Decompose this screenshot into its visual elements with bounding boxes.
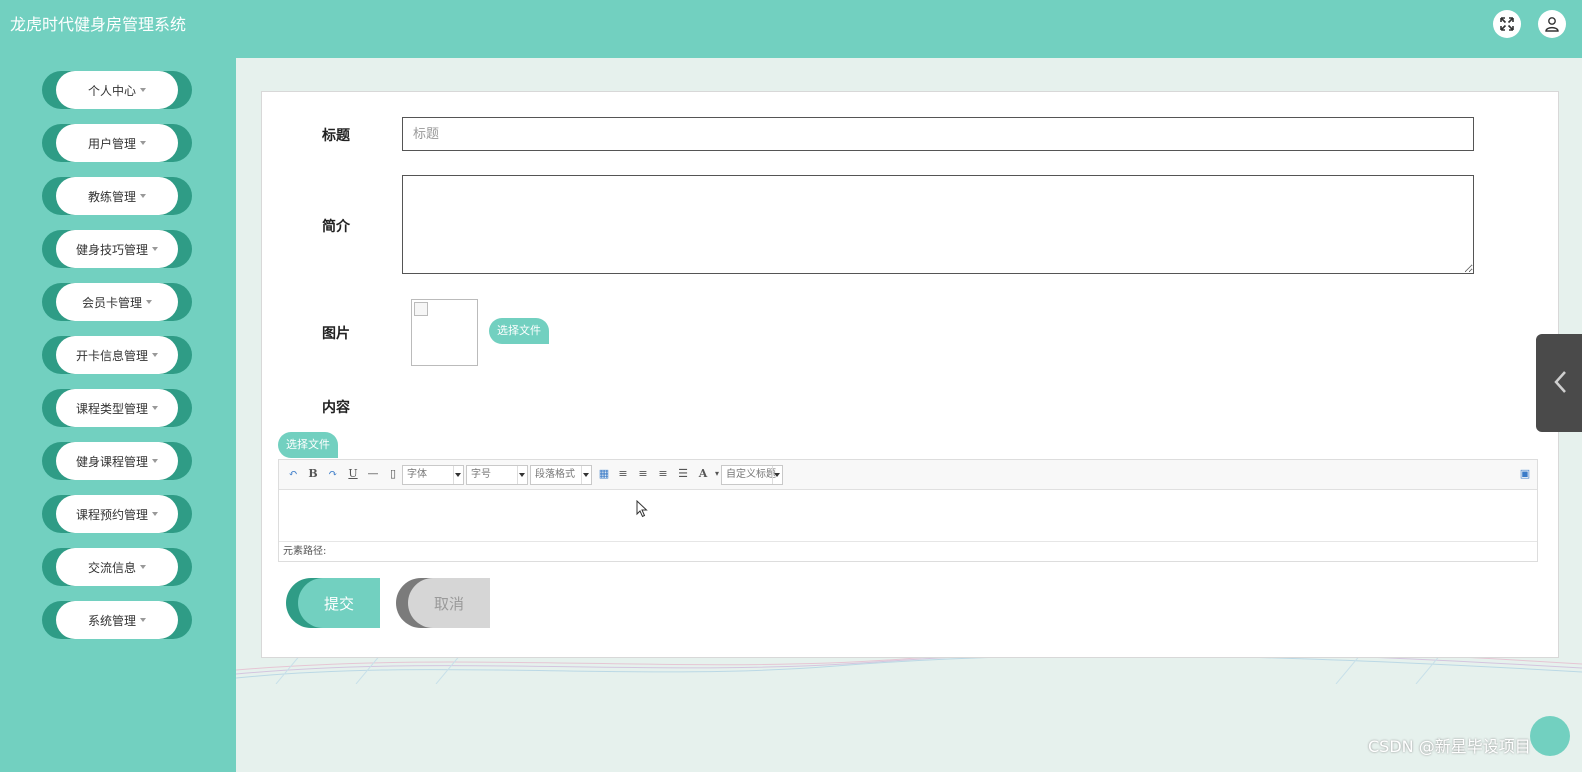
sidebar-item-fitness-tips[interactable]: 健身技巧管理 xyxy=(42,230,192,268)
caret-down-icon xyxy=(140,88,146,92)
sidebar-item-course-booking[interactable]: 课程预约管理 xyxy=(42,495,192,533)
editor-toolbar: ↶ B ↷ U — ▯ 字体 字号 段落格式 ▦ ≡ ≡ ≡ ☰ A ▾ 自定义… xyxy=(279,460,1537,490)
caret-down-icon xyxy=(152,406,158,410)
cancel-button[interactable]: 取消 xyxy=(396,578,490,628)
select-divider xyxy=(772,466,773,484)
custom-heading-select[interactable]: 自定义标题 xyxy=(721,465,783,485)
floating-action-button[interactable] xyxy=(1530,716,1570,756)
sidebar-item-membership-card[interactable]: 会员卡管理 xyxy=(42,283,192,321)
app-title: 龙虎时代健身房管理系统 xyxy=(10,15,187,34)
font-size-value: 字号 xyxy=(471,469,491,480)
caret-down-icon xyxy=(140,141,146,145)
side-panel-toggle[interactable] xyxy=(1536,334,1582,432)
sidebar-item-label: 系统管理 xyxy=(87,613,136,628)
caret-down-icon xyxy=(152,353,158,357)
image-preview xyxy=(411,299,478,366)
title-label: 标题 xyxy=(322,128,350,144)
table-icon[interactable]: ▦ xyxy=(596,466,612,482)
user-icon xyxy=(1545,17,1559,32)
custom-heading-value: 自定义标题 xyxy=(726,469,776,480)
watermark: CSDN @新星毕设项目 xyxy=(1368,737,1531,756)
dropdown-arrow-icon xyxy=(455,473,461,477)
dropdown-arrow-icon xyxy=(519,473,525,477)
sidebar-item-label: 用户管理 xyxy=(87,136,136,151)
sidebar-item-label: 教练管理 xyxy=(87,189,136,204)
font-family-value: 字体 xyxy=(407,469,427,480)
align-right-icon[interactable]: ≡ xyxy=(635,466,651,482)
image-choose-file-button[interactable]: 选择文件 xyxy=(489,318,549,344)
content-label: 内容 xyxy=(322,400,350,416)
sidebar-item-system-management[interactable]: 系统管理 xyxy=(42,601,192,639)
cancel-button-label: 取消 xyxy=(408,578,490,628)
sidebar-item-label: 个人中心 xyxy=(87,83,136,98)
select-divider xyxy=(517,466,518,484)
element-path-bar: 元素路径: xyxy=(279,541,1537,561)
source-icon[interactable]: ▣ xyxy=(1517,466,1533,482)
caret-down-icon xyxy=(146,300,152,304)
sidebar: 个人中心 用户管理 教练管理 健身技巧管理 会员卡管理 开卡信息管理 课程类型管… xyxy=(0,58,236,772)
title-input[interactable] xyxy=(402,117,1474,151)
page-icon[interactable]: ▯ xyxy=(385,466,401,482)
caret-down-icon xyxy=(152,512,158,516)
sidebar-item-label: 会员卡管理 xyxy=(81,295,142,310)
sidebar-item-label: 健身课程管理 xyxy=(75,454,148,469)
image-label: 图片 xyxy=(322,326,350,342)
sidebar-item-label: 课程类型管理 xyxy=(75,401,148,416)
sidebar-item-exchange-info[interactable]: 交流信息 xyxy=(42,548,192,586)
caret-down-icon xyxy=(140,618,146,622)
submit-button[interactable]: 提交 xyxy=(286,578,380,628)
align-center-icon[interactable]: ≡ xyxy=(655,466,671,482)
chevron-left-icon xyxy=(1554,371,1566,393)
font-family-select[interactable]: 字体 xyxy=(402,465,464,485)
redo-icon[interactable]: ↷ xyxy=(325,466,341,482)
caret-down-icon xyxy=(152,247,158,251)
sidebar-item-course-type[interactable]: 课程类型管理 xyxy=(42,389,192,427)
select-divider xyxy=(453,466,454,484)
bold-icon[interactable]: B xyxy=(305,466,321,482)
sidebar-item-personal-center[interactable]: 个人中心 xyxy=(42,71,192,109)
justify-icon[interactable]: ☰ xyxy=(675,466,691,482)
content-choose-file-button[interactable]: 选择文件 xyxy=(278,432,338,458)
mouse-cursor-icon xyxy=(636,500,648,518)
horizontal-rule-icon[interactable]: — xyxy=(365,466,381,482)
sidebar-item-user-management[interactable]: 用户管理 xyxy=(42,124,192,162)
dropdown-arrow-icon xyxy=(583,473,589,477)
paragraph-format-select[interactable]: 段落格式 xyxy=(530,465,592,485)
fullscreen-icon xyxy=(1500,17,1514,31)
align-left-icon[interactable]: ≡ xyxy=(615,466,631,482)
intro-textarea[interactable] xyxy=(402,175,1474,274)
underline-icon[interactable]: U xyxy=(345,466,361,482)
broken-image-icon xyxy=(414,302,428,316)
caret-down-icon xyxy=(152,459,158,463)
sidebar-item-card-opening[interactable]: 开卡信息管理 xyxy=(42,336,192,374)
sidebar-item-fitness-course[interactable]: 健身课程管理 xyxy=(42,442,192,480)
sidebar-item-label: 课程预约管理 xyxy=(75,507,148,522)
sidebar-item-label: 开卡信息管理 xyxy=(75,348,148,363)
fullscreen-button[interactable] xyxy=(1493,10,1521,38)
undo-icon[interactable]: ↶ xyxy=(285,466,301,482)
paragraph-format-value: 段落格式 xyxy=(535,469,575,480)
submit-button-label: 提交 xyxy=(298,578,380,628)
sidebar-item-label: 交流信息 xyxy=(87,560,136,575)
rich-text-editor: ↶ B ↷ U — ▯ 字体 字号 段落格式 ▦ ≡ ≡ ≡ ☰ A ▾ 自定义… xyxy=(278,459,1538,562)
form-card: 标题 简介 图片 选择文件 内容 选择文件 ↶ B ↷ U — ▯ 字体 字号 xyxy=(261,91,1559,658)
font-size-select[interactable]: 字号 xyxy=(466,465,528,485)
select-divider xyxy=(581,466,582,484)
sidebar-item-coach-management[interactable]: 教练管理 xyxy=(42,177,192,215)
caret-down-icon xyxy=(140,565,146,569)
caret-down-icon xyxy=(140,194,146,198)
sidebar-item-label: 健身技巧管理 xyxy=(75,242,148,257)
user-menu-button[interactable] xyxy=(1538,10,1566,38)
intro-label: 简介 xyxy=(322,219,350,235)
dropdown-arrow-icon xyxy=(774,473,780,477)
editor-content-area[interactable] xyxy=(279,490,1537,541)
top-header: 龙虎时代健身房管理系统 xyxy=(0,0,1582,58)
